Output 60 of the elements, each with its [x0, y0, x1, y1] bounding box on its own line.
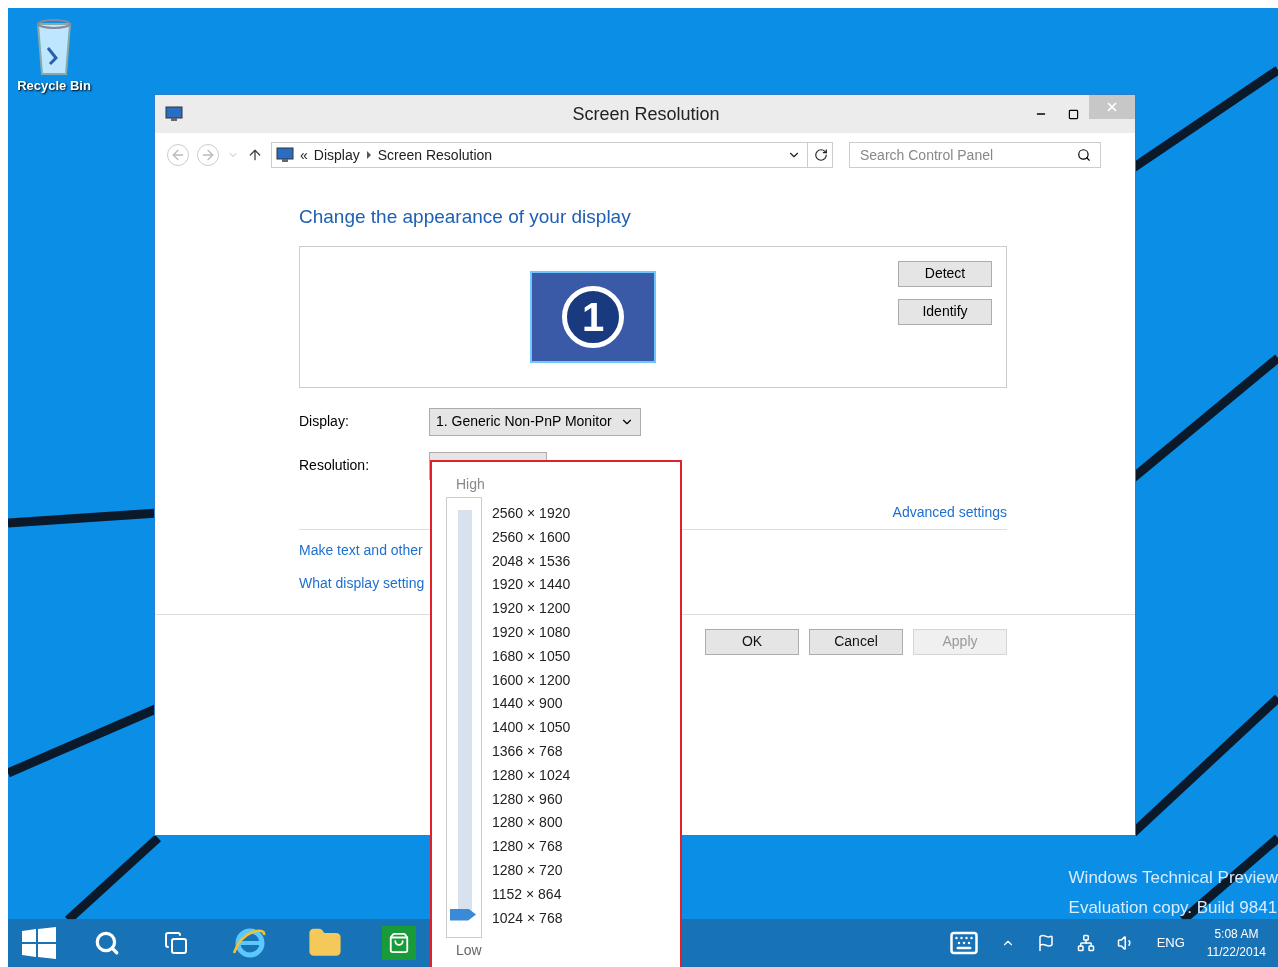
display-dropdown[interactable]: 1. Generic Non-PnP Monitor: [429, 407, 641, 436]
resolution-option[interactable]: 1152 × 864: [492, 882, 571, 907]
address-overflow[interactable]: «: [300, 144, 308, 166]
slider-thumb[interactable]: [450, 908, 476, 921]
resolution-option[interactable]: 1366 × 768: [492, 739, 571, 764]
low-label: Low: [456, 940, 482, 960]
windows-logo-icon[interactable]: [22, 927, 56, 959]
display-label: Display:: [299, 412, 350, 431]
panel-button[interactable]: Detect: [898, 260, 992, 287]
dialog-button[interactable]: OK: [705, 628, 799, 655]
high-label: High: [456, 475, 486, 494]
resolution-option[interactable]: 1920 × 1200: [492, 597, 571, 621]
panel-button[interactable]: Identify: [898, 298, 992, 325]
page-heading: Change the appearance of your display: [299, 205, 632, 229]
search-icon[interactable]: [1077, 148, 1091, 162]
watermark-text: Evaluation copy. Build 9841: [1068, 897, 1278, 919]
resolution-option[interactable]: 1280 × 800: [492, 811, 571, 836]
monitor-icon: [165, 106, 183, 122]
breadcrumb[interactable]: Screen Resolution: [377, 144, 493, 166]
resolution-option[interactable]: 1600 × 1200: [492, 668, 571, 693]
breadcrumb[interactable]: Display: [313, 144, 360, 166]
trash-can-icon[interactable]: [34, 18, 74, 76]
resolution-option[interactable]: 1400 × 1050: [492, 716, 571, 740]
monitor-icon: [276, 147, 294, 163]
help-link[interactable]: What display setting: [299, 572, 427, 594]
store-icon[interactable]: [382, 926, 416, 960]
network-icon[interactable]: [1076, 934, 1095, 952]
resolution-option[interactable]: 1440 × 900: [492, 692, 571, 717]
breadcrumb-arrow-icon: [365, 151, 372, 159]
resolution-label: Resolution:: [299, 456, 371, 475]
maximize-icon: [1067, 108, 1079, 120]
resolution-option[interactable]: 1280 × 1024: [492, 763, 571, 788]
flag-icon[interactable]: [1036, 934, 1055, 952]
up-icon[interactable]: [247, 147, 263, 163]
monitor-number: 1: [562, 285, 624, 348]
monitor-drawing[interactable]: 1: [530, 270, 656, 363]
window-title: Screen Resolution: [571, 102, 721, 126]
resolution-option[interactable]: 2560 × 1600: [492, 525, 571, 550]
slider-track[interactable]: [446, 497, 482, 938]
resolution-option[interactable]: 2048 × 1536: [492, 549, 571, 574]
resolution-option[interactable]: 1920 × 1080: [492, 621, 571, 645]
resolution-option[interactable]: 1280 × 960: [492, 787, 571, 812]
search-field[interactable]: Search Control Panel: [849, 142, 1101, 168]
address-bar[interactable]: « Display Screen Resolution: [271, 142, 833, 168]
resolution-option[interactable]: 2560 × 1920: [492, 502, 571, 526]
advanced-settings-link[interactable]: Advanced settings: [892, 501, 1007, 523]
resolution-option[interactable]: 1280 × 768: [492, 835, 571, 859]
resolution-option[interactable]: 1024 × 768: [492, 906, 571, 931]
close-icon: [1105, 100, 1119, 114]
language-indicator[interactable]: ENG: [1156, 933, 1185, 953]
clock-date: 11/22/2014: [1206, 944, 1266, 961]
resolution-option[interactable]: 1280 × 720: [492, 858, 571, 883]
resolution-option[interactable]: 1920 × 1440: [492, 573, 571, 598]
clock[interactable]: 5:08 AM 11/22/2014: [1206, 925, 1266, 961]
resolution-option[interactable]: 1680 × 1050: [492, 644, 571, 669]
dialog-button[interactable]: Cancel: [809, 628, 903, 655]
refresh-icon[interactable]: [814, 148, 828, 162]
help-link[interactable]: Make text and other: [299, 539, 427, 561]
clock-time: 5:08 AM: [1214, 926, 1259, 943]
task-view-icon[interactable]: [164, 931, 188, 955]
